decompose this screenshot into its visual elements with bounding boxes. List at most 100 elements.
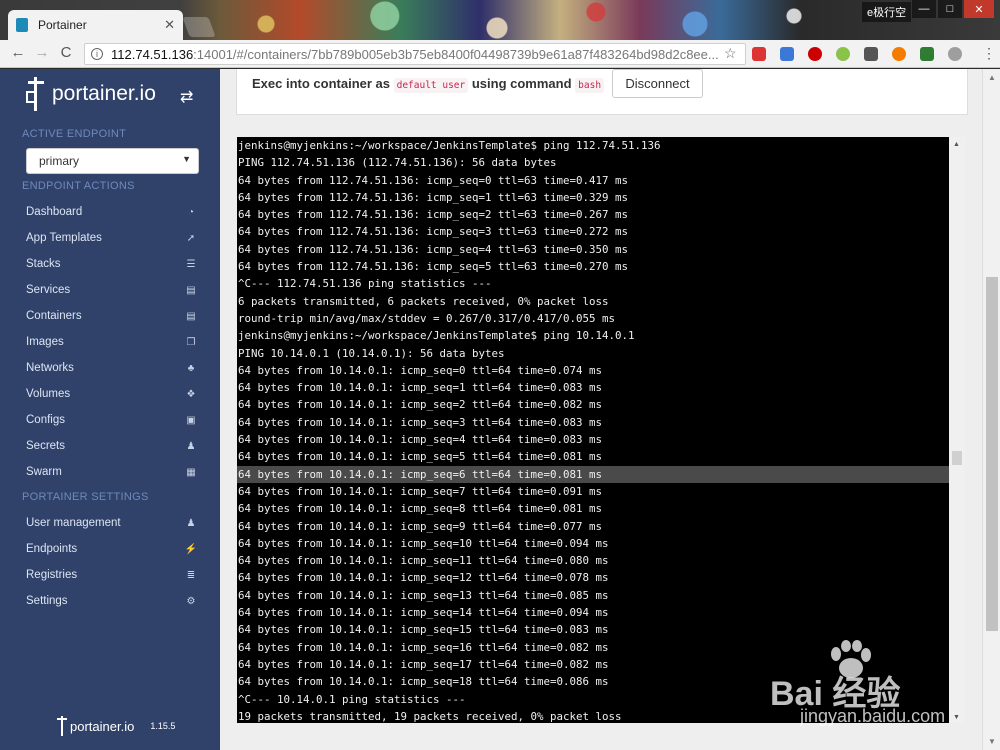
terminal-scrollbar[interactable]: ▲ ▼	[949, 137, 965, 723]
terminal-line: 64 bytes from 10.14.0.1: icmp_seq=10 ttl…	[238, 536, 609, 550]
maximize-button[interactable]: □	[938, 0, 962, 18]
sidebar-item-containers[interactable]: Containers ▤	[26, 306, 198, 326]
sidebar-item-networks[interactable]: Networks ♣	[26, 358, 198, 378]
back-button[interactable]: ←	[8, 44, 28, 61]
sidebar-item-label: Containers	[26, 310, 82, 322]
terminal-line: 64 bytes from 10.14.0.1: icmp_seq=0 ttl=…	[238, 363, 603, 377]
scroll-down-icon[interactable]: ▼	[953, 714, 960, 721]
terminal-line: 64 bytes from 10.14.0.1: icmp_seq=14 ttl…	[238, 606, 609, 620]
page-scroll-thumb[interactable]	[986, 277, 998, 631]
clone-icon: ❐	[186, 336, 196, 348]
server-icon: ▤	[186, 284, 196, 296]
sidebar-item-volumes[interactable]: Volumes ❖	[26, 384, 198, 404]
extension-icon[interactable]	[948, 47, 962, 61]
terminal-line: 64 bytes from 10.14.0.1: icmp_seq=15 ttl…	[238, 623, 609, 637]
sidebar-item-label: Settings	[26, 595, 68, 607]
scroll-up-icon[interactable]: ▲	[953, 141, 960, 148]
terminal-line: 64 bytes from 10.14.0.1: icmp_seq=11 ttl…	[238, 554, 609, 568]
terminal-line: 64 bytes from 10.14.0.1: icmp_seq=1 ttl=…	[238, 381, 603, 395]
terminal-line: 64 bytes from 10.14.0.1: icmp_seq=16 ttl…	[238, 640, 609, 654]
database-icon: ≣	[186, 569, 196, 581]
terminal-line: 64 bytes from 10.14.0.1: icmp_seq=8 ttl=…	[238, 502, 603, 516]
sidebar-item-user-management[interactable]: User management ♟	[26, 513, 198, 533]
sidebar-item-app-templates[interactable]: App Templates ➚	[26, 228, 198, 248]
sidebar-item-label: Endpoints	[26, 543, 78, 555]
file-code-icon: ▣	[186, 414, 196, 426]
url-host: 112.74.51.136	[111, 46, 194, 62]
terminal-line: jenkins@myjenkins:~/workspace/JenkinsTem…	[238, 139, 661, 152]
sidebar-item-label: Images	[26, 336, 64, 348]
extension-icon[interactable]	[864, 47, 878, 61]
terminal-line: PING 112.74.51.136 (112.74.51.136): 56 d…	[238, 156, 557, 170]
terminal-line: round-trip min/avg/max/stddev = 0.267/0.…	[238, 311, 616, 325]
sitemap-icon: ♣	[187, 362, 195, 374]
sidebar-item-services[interactable]: Services ▤	[26, 280, 198, 300]
page-scrollbar[interactable]: ▲ ▼	[982, 69, 1000, 750]
terminal-scroll-thumb[interactable]	[952, 451, 962, 465]
extension-icon[interactable]	[920, 47, 934, 61]
adblock-extension-icon[interactable]	[808, 47, 822, 61]
forward-button[interactable]: →	[32, 44, 52, 61]
sidebar-item-configs[interactable]: Configs ▣	[26, 410, 198, 430]
terminal-line: 64 bytes from 10.14.0.1: icmp_seq=4 ttl=…	[238, 433, 603, 447]
portainer-logo[interactable]: portainer.io	[26, 77, 156, 111]
scroll-up-icon[interactable]: ▲	[988, 73, 996, 82]
exec-panel: Exec into container as default user usin…	[236, 69, 968, 115]
rocket-icon: ➚	[186, 232, 196, 244]
endpoint-actions-header: ENDPOINT ACTIONS	[22, 180, 135, 192]
sidebar-item-label: App Templates	[26, 232, 102, 244]
sidebar-item-secrets[interactable]: Secrets ♟	[26, 436, 198, 456]
toggle-sidebar-icon[interactable]: ⇄	[180, 87, 193, 107]
active-endpoint-header: ACTIVE ENDPOINT	[22, 128, 127, 140]
sidebar-item-label: Swarm	[26, 466, 62, 478]
terminal-line: 19 packets transmitted, 19 packets recei…	[238, 709, 622, 723]
sidebar-item-label: Stacks	[26, 258, 61, 270]
browser-tab[interactable]: Portainer ✕	[8, 10, 183, 40]
sidebar-item-swarm[interactable]: Swarm ▦	[26, 462, 198, 482]
user-secret-icon: ♟	[186, 440, 196, 452]
terminal-line: 64 bytes from 10.14.0.1: icmp_seq=12 ttl…	[238, 571, 609, 585]
tachometer-icon: ◔	[187, 206, 195, 218]
terminal-line: 64 bytes from 10.14.0.1: icmp_seq=3 ttl=…	[238, 415, 603, 429]
disconnect-button[interactable]: Disconnect	[612, 69, 703, 98]
sidebar-item-label: Services	[26, 284, 71, 296]
terminal-console[interactable]: jenkins@myjenkins:~/workspace/JenkinsTem…	[237, 137, 949, 723]
browser-menu-icon[interactable]: ⋮	[982, 45, 996, 62]
tab-close-icon[interactable]: ✕	[164, 17, 175, 33]
terminal-line: 64 bytes from 112.74.51.136: icmp_seq=1 …	[238, 190, 629, 204]
translate-extension-icon[interactable]	[780, 47, 794, 61]
url-path: :14001/#/containers/7bb789b005eb3b75eb84…	[193, 46, 719, 62]
browser-toolbar: ← → C i 112.74.51.136:14001/#/containers…	[0, 40, 1000, 68]
portainer-favicon-icon	[16, 18, 28, 32]
reload-button[interactable]: C	[56, 44, 76, 61]
sidebar-item-settings[interactable]: Settings ⚙	[26, 591, 198, 611]
close-window-button[interactable]: ✕	[964, 0, 994, 18]
cogs-icon: ⚙	[186, 595, 196, 607]
terminal-line: ^C--- 112.74.51.136 ping statistics ---	[238, 277, 492, 291]
extension-icon[interactable]	[892, 47, 906, 61]
info-icon[interactable]: i	[91, 48, 103, 60]
sidebar-item-stacks[interactable]: Stacks ☰	[26, 254, 198, 274]
sidebar-item-endpoints[interactable]: Endpoints ⚡	[26, 539, 198, 559]
extension-icon[interactable]	[836, 47, 850, 61]
sidebar-item-registries[interactable]: Registries ≣	[26, 565, 198, 585]
terminal-line: ^C--- 10.14.0.1 ping statistics ---	[238, 692, 466, 706]
extension-icon[interactable]	[752, 47, 766, 61]
sidebar-item-images[interactable]: Images ❐	[26, 332, 198, 352]
chevron-down-icon: ▼	[182, 154, 191, 164]
terminal-line: 64 bytes from 112.74.51.136: icmp_seq=0 …	[238, 173, 629, 187]
sidebar-item-dashboard[interactable]: Dashboard ◔	[26, 202, 198, 222]
sidebar-item-label: User management	[26, 517, 121, 529]
terminal-line: 64 bytes from 10.14.0.1: icmp_seq=6 ttl=…	[237, 465, 949, 483]
sidebar-item-label: Registries	[26, 569, 78, 581]
terminal-line: 64 bytes from 10.14.0.1: icmp_seq=13 ttl…	[238, 588, 609, 602]
terminal-line: 64 bytes from 10.14.0.1: icmp_seq=7 ttl=…	[238, 484, 603, 498]
minimize-button[interactable]: —	[912, 0, 936, 18]
scroll-down-icon[interactable]: ▼	[988, 737, 996, 746]
server-icon: ▤	[186, 310, 196, 322]
address-bar[interactable]: i 112.74.51.136:14001/#/containers/7bb78…	[84, 43, 746, 65]
endpoint-select[interactable]: primary ▼	[26, 148, 199, 174]
terminal-line: PING 10.14.0.1 (10.14.0.1): 56 data byte…	[238, 346, 505, 360]
users-icon: ♟	[186, 517, 196, 529]
bookmark-star-icon[interactable]: ☆	[724, 45, 737, 62]
